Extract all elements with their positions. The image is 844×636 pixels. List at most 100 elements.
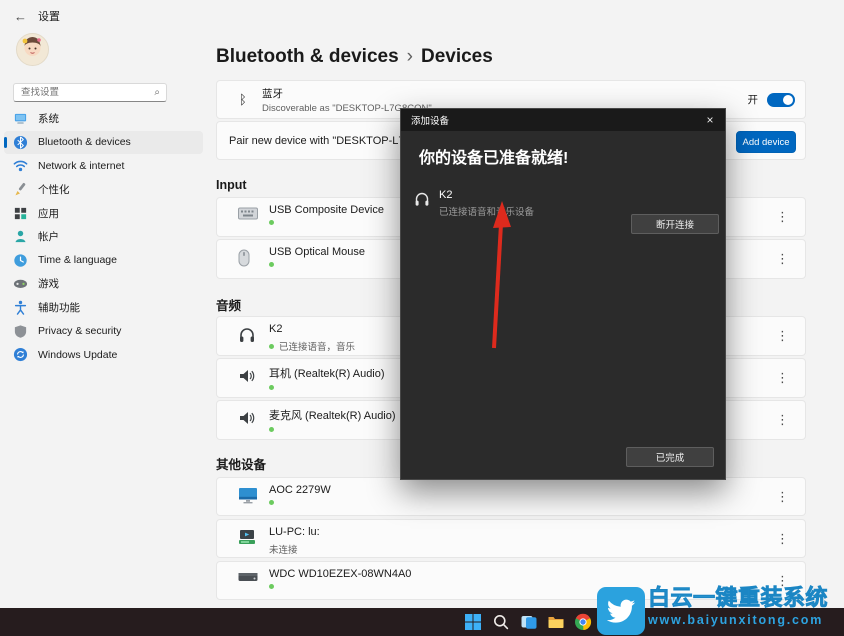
add-device-button[interactable]: Add device bbox=[736, 131, 796, 153]
connected-dot bbox=[269, 344, 274, 349]
sidebar-item-label: 个性化 bbox=[38, 182, 70, 197]
taskbar-search-button[interactable] bbox=[492, 613, 510, 631]
sidebar-item-label: 帐户 bbox=[38, 229, 59, 244]
bluetooth-glyph-icon: ᛒ bbox=[239, 92, 262, 107]
headphones-icon bbox=[413, 190, 431, 218]
sidebar-item-accounts[interactable]: 帐户 bbox=[4, 225, 203, 249]
device-name: AOC 2279W bbox=[269, 484, 331, 496]
task-view-button[interactable] bbox=[520, 613, 538, 631]
section-title-other-devices: 其他设备 bbox=[216, 454, 266, 473]
connected-dot bbox=[269, 427, 274, 432]
device-status: 未连接 bbox=[269, 542, 298, 556]
wifi-icon bbox=[13, 158, 28, 173]
more-options-icon[interactable]: ⋮ bbox=[776, 489, 789, 505]
sidebar-item-gaming[interactable]: 游戏 bbox=[4, 272, 203, 296]
sidebar-item-label: Network & internet bbox=[38, 160, 124, 172]
clock-icon bbox=[13, 253, 28, 268]
window-title: 设置 bbox=[38, 8, 60, 24]
done-button[interactable]: 已完成 bbox=[626, 447, 714, 467]
device-row-aoc-monitor[interactable]: AOC 2279W ⋮ bbox=[216, 477, 806, 516]
speaker-icon bbox=[238, 410, 260, 426]
toggle-state-label: 开 bbox=[748, 92, 759, 107]
sidebar-item-label: Time & language bbox=[38, 254, 117, 266]
sidebar-item-label: Windows Update bbox=[38, 349, 117, 361]
dialog-title: 添加设备 bbox=[411, 113, 449, 127]
remote-pc-icon bbox=[238, 529, 260, 545]
disconnect-button[interactable]: 断开连接 bbox=[631, 214, 719, 234]
sidebar-item-windows-update[interactable]: Windows Update bbox=[4, 343, 203, 367]
sidebar-item-privacy-security[interactable]: Privacy & security bbox=[4, 319, 203, 343]
sidebar-item-system[interactable]: 系统 bbox=[4, 107, 203, 131]
chrome-browser-button[interactable] bbox=[574, 613, 592, 631]
watermark-url: www.baiyunxitong.com bbox=[648, 613, 828, 627]
bluetooth-toggle[interactable] bbox=[767, 93, 795, 107]
search-icon: ⌕ bbox=[154, 87, 166, 98]
breadcrumb-separator: › bbox=[407, 46, 413, 67]
system-icon bbox=[13, 111, 28, 126]
sidebar-item-personalization[interactable]: 个性化 bbox=[4, 178, 203, 202]
watermark: 白云一键重装系统 www.baiyunxitong.com bbox=[597, 584, 844, 636]
mouse-icon bbox=[238, 249, 260, 267]
dialog-device-row: K2 已连接语音和音乐设备 bbox=[413, 189, 534, 218]
sidebar-item-accessibility[interactable]: 辅助功能 bbox=[4, 296, 203, 320]
sidebar-item-label: 辅助功能 bbox=[38, 300, 80, 315]
monitor-icon bbox=[238, 487, 260, 504]
search-input[interactable] bbox=[14, 87, 154, 98]
more-options-icon[interactable]: ⋮ bbox=[776, 328, 789, 344]
speaker-icon bbox=[238, 368, 260, 384]
settings-window: ← 设置 ⌕ 系统 Bluetooth & devices Network & … bbox=[0, 0, 844, 636]
more-options-icon[interactable]: ⋮ bbox=[776, 209, 789, 225]
keyboard-icon bbox=[238, 207, 260, 221]
back-icon[interactable]: ← bbox=[14, 9, 27, 24]
add-device-dialog: 添加设备 × 你的设备已准备就绪! K2 已连接语音和音乐设备 断开连接 已完成 bbox=[400, 108, 726, 480]
device-name: USB Optical Mouse bbox=[269, 246, 365, 258]
sidebar-item-label: 应用 bbox=[38, 206, 59, 221]
breadcrumb-parent[interactable]: Bluetooth & devices bbox=[216, 46, 399, 67]
sidebar-item-label: Privacy & security bbox=[38, 325, 121, 337]
dialog-device-name: K2 bbox=[439, 189, 534, 201]
hard-drive-icon bbox=[238, 571, 260, 583]
connected-dot bbox=[269, 385, 274, 390]
section-title-audio: 音频 bbox=[216, 295, 241, 314]
device-row-lu-pc[interactable]: LU-PC: lu: 未连接 ⋮ bbox=[216, 519, 806, 558]
sidebar-item-apps[interactable]: 应用 bbox=[4, 201, 203, 225]
dialog-titlebar: 添加设备 × bbox=[401, 109, 725, 131]
twitter-bird-icon bbox=[597, 587, 645, 635]
connected-dot bbox=[269, 220, 274, 225]
dialog-device-status: 已连接语音和音乐设备 bbox=[439, 204, 534, 218]
shield-icon bbox=[13, 324, 28, 339]
sidebar-item-network-internet[interactable]: Network & internet bbox=[4, 154, 203, 178]
page-title: Devices bbox=[421, 46, 493, 67]
sidebar-item-time-language[interactable]: Time & language bbox=[4, 249, 203, 273]
window-titlebar: ← 设置 bbox=[14, 8, 60, 24]
user-avatar[interactable] bbox=[16, 33, 49, 66]
device-name: 麦克风 (Realtek(R) Audio) bbox=[269, 407, 396, 423]
accessibility-person-icon bbox=[13, 300, 28, 315]
device-name: K2 bbox=[269, 323, 355, 335]
watermark-title: 白云一键重装系统 bbox=[648, 584, 828, 612]
update-icon bbox=[13, 347, 28, 362]
sidebar-item-label: Bluetooth & devices bbox=[38, 136, 131, 148]
sidebar-nav: 系统 Bluetooth & devices Network & interne… bbox=[4, 107, 203, 367]
sidebar-item-bluetooth-devices[interactable]: Bluetooth & devices bbox=[4, 131, 203, 155]
more-options-icon[interactable]: ⋮ bbox=[776, 251, 789, 267]
dialog-heading: 你的设备已准备就绪! bbox=[419, 144, 725, 168]
sidebar-item-label: 系统 bbox=[38, 111, 59, 126]
start-button[interactable] bbox=[464, 613, 482, 631]
person-icon bbox=[13, 229, 28, 244]
bluetooth-icon bbox=[13, 135, 28, 150]
close-icon[interactable]: × bbox=[695, 109, 725, 131]
search-box: ⌕ bbox=[13, 83, 167, 102]
more-options-icon[interactable]: ⋮ bbox=[776, 412, 789, 428]
gamepad-icon bbox=[13, 276, 28, 291]
connected-dot bbox=[269, 584, 274, 589]
device-name: WDC WD10EZEX-08WN4A0 bbox=[269, 568, 411, 580]
sidebar-item-label: 游戏 bbox=[38, 276, 59, 291]
file-explorer-button[interactable] bbox=[547, 613, 565, 631]
more-options-icon[interactable]: ⋮ bbox=[776, 370, 789, 386]
connected-dot bbox=[269, 500, 274, 505]
section-title-input: Input bbox=[216, 178, 247, 192]
connected-dot bbox=[269, 262, 274, 267]
more-options-icon[interactable]: ⋮ bbox=[776, 531, 789, 547]
apps-grid-icon bbox=[13, 206, 28, 221]
